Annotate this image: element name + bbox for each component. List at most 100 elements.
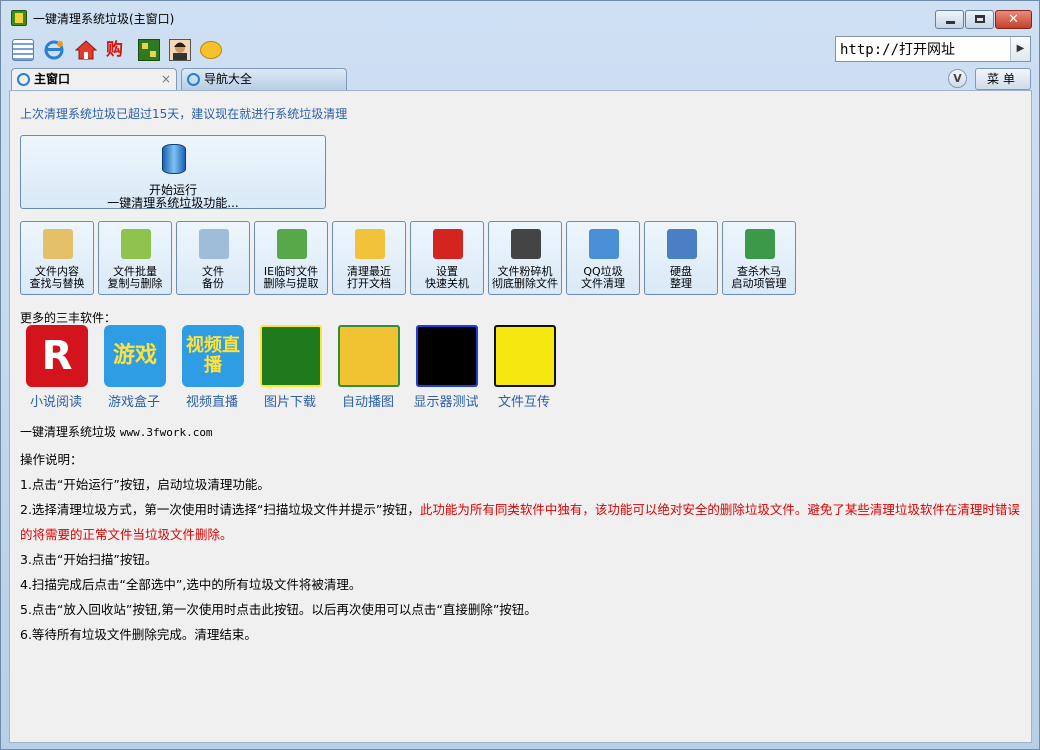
- tool-sublabel: 复制与删除: [107, 277, 163, 290]
- software-name: 显示器测试: [413, 395, 479, 410]
- tool-button[interactable]: 文件粉碎机 彻底删除文件: [488, 221, 562, 295]
- software-name: 图片下载: [263, 395, 316, 410]
- tool-button[interactable]: 文件 备份: [176, 221, 250, 295]
- file-copy-icon: [199, 229, 229, 259]
- tool-button[interactable]: QQ垃圾 文件清理: [566, 221, 640, 295]
- main-window: 一键清理系统垃圾(主窗口) ✕ 购 ▶ 主窗口 ×: [0, 0, 1040, 750]
- tab-label: 导航大全: [204, 72, 253, 86]
- instructions-title: 操作说明：: [20, 452, 83, 467]
- url-input[interactable]: [840, 39, 1008, 59]
- tool-sublabel: 打开文档: [347, 277, 391, 290]
- monitor-test-icon: [416, 325, 478, 387]
- brand-name: 一键清理系统垃圾: [20, 425, 117, 439]
- shopping-icon[interactable]: 购: [106, 39, 128, 61]
- maximize-icon: [975, 15, 985, 23]
- software-item[interactable]: 自动播图: [332, 325, 404, 411]
- browser-refresh-icon[interactable]: [43, 39, 65, 61]
- game-box-icon: 游戏: [104, 325, 166, 387]
- magnifier-document-icon: [43, 229, 73, 259]
- tool-sublabel: 彻底删除文件: [492, 277, 558, 290]
- tool-button[interactable]: 硬盘 整理: [644, 221, 718, 295]
- address-bar: ▶: [835, 36, 1031, 62]
- game-icon[interactable]: [138, 39, 160, 61]
- software-name: 文件互传: [497, 395, 550, 410]
- step-4: 4.扫描完成后点击“全部选中”,选中的所有垃圾文件将被清理。: [20, 577, 362, 592]
- folder-icon: [355, 229, 385, 259]
- software-name: 小说阅读: [29, 395, 82, 410]
- ie-icon: [187, 73, 200, 86]
- bomb-icon: [511, 229, 541, 259]
- easel-picture-icon: [338, 325, 400, 387]
- software-item[interactable]: 显示器测试: [410, 325, 482, 411]
- software-name: 自动播图: [341, 395, 394, 410]
- more-software-list: R 小说阅读 游戏 游戏盒子 视频直播 视频直播 图片下载 自动播图 显示器测试 文件互传: [20, 325, 580, 411]
- ie-icon: [17, 73, 30, 86]
- tab-main-window[interactable]: 主窗口 ×: [11, 68, 177, 91]
- start-run-sublabel: 一键清理系统垃圾功能...: [107, 196, 239, 210]
- brand-url[interactable]: www.3fwork.com: [120, 426, 213, 439]
- software-item[interactable]: R 小说阅读: [20, 325, 92, 411]
- toolbar: 购 ▶: [1, 34, 1039, 64]
- tool-button[interactable]: 文件内容 查找与替换: [20, 221, 94, 295]
- maximize-button[interactable]: [965, 10, 994, 29]
- step-2: 2.选择清理垃圾方式，第一次使用时请选择“扫描垃圾文件并提示”按钮，此功能为所有…: [20, 497, 1030, 547]
- menu-button[interactable]: 菜单: [975, 68, 1031, 90]
- more-software-label: 更多的三丰软件：: [20, 311, 117, 325]
- settings-list-icon[interactable]: [12, 39, 34, 61]
- minimize-button[interactable]: [935, 10, 964, 29]
- tool-buttons: 文件内容 查找与替换 文件批量 复制与删除 文件 备份 IE临时文件 删除与提取 清理最近 打开文…: [20, 221, 800, 295]
- software-item[interactable]: 视频直播 视频直播: [176, 325, 248, 411]
- letter-r-icon: R: [26, 325, 88, 387]
- main-content: 上次清理系统垃圾已超过15天，建议现在就进行系统垃圾清理 开始运行 一键清理系统…: [9, 90, 1032, 743]
- instructions: 操作说明： 1.点击“开始运行”按钮，启动垃圾清理功能。 2.选择清理垃圾方式，…: [20, 447, 1030, 647]
- avatar-icon[interactable]: [169, 39, 191, 61]
- go-arrow-icon[interactable]: ▶: [1010, 37, 1030, 61]
- tab-label: 主窗口: [34, 72, 71, 86]
- tool-button[interactable]: 文件批量 复制与删除: [98, 221, 172, 295]
- recycle-bin-icon: [277, 229, 307, 259]
- tab-navigation[interactable]: 导航大全: [181, 68, 347, 90]
- software-name: 视频直播: [185, 395, 238, 410]
- step-6: 6.等待所有垃圾文件删除完成。清理结束。: [20, 627, 257, 642]
- tool-sublabel: 删除与提取: [263, 277, 319, 290]
- title-bar: 一键清理系统垃圾(主窗口) ✕: [1, 1, 1039, 31]
- database-icon: [162, 144, 186, 174]
- step-2-text: 2.选择清理垃圾方式，第一次使用时请选择“扫描垃圾文件并提示”按钮，: [20, 502, 420, 517]
- hard-disk-icon: [667, 229, 697, 259]
- tool-sublabel: 备份: [202, 277, 224, 290]
- cleanup-notice: 上次清理系统垃圾已超过15天，建议现在就进行系统垃圾清理: [20, 107, 348, 121]
- tool-button[interactable]: 清理最近 打开文档: [332, 221, 406, 295]
- software-item[interactable]: 图片下载: [254, 325, 326, 411]
- software-item[interactable]: 游戏 游戏盒子: [98, 325, 170, 411]
- start-run-button[interactable]: 开始运行 一键清理系统垃圾功能...: [20, 135, 326, 210]
- close-button[interactable]: ✕: [995, 10, 1032, 29]
- chevron-down-icon[interactable]: V: [948, 69, 967, 88]
- horse-icon: [494, 325, 556, 387]
- step-5: 5.点击“放入回收站”按钮,第一次使用时点击此按钮。以后再次使用可以点击“直接删…: [20, 602, 537, 617]
- power-icon: [433, 229, 463, 259]
- tool-sublabel: 启动项管理: [731, 277, 787, 290]
- download-arrows-icon: [260, 325, 322, 387]
- window-title: 一键清理系统垃圾(主窗口): [33, 12, 175, 26]
- app-logo-icon: [11, 10, 27, 26]
- close-icon: ✕: [1008, 12, 1019, 27]
- step-3: 3.点击“开始扫描”按钮。: [20, 552, 158, 567]
- home-icon[interactable]: [74, 39, 98, 61]
- tool-sublabel: 快速关机: [425, 277, 469, 290]
- tool-sublabel: 文件清理: [581, 277, 625, 290]
- software-item[interactable]: 文件互传: [488, 325, 560, 411]
- penguin-icon: [589, 229, 619, 259]
- minimize-icon: [946, 21, 955, 24]
- software-name: 游戏盒子: [107, 395, 160, 410]
- tool-sublabel: 查找与替换: [29, 277, 85, 290]
- chat-bubble-icon[interactable]: [200, 41, 222, 59]
- video-live-icon: 视频直播: [182, 325, 244, 387]
- tool-button[interactable]: 查杀木马 启动项管理: [722, 221, 796, 295]
- brand-line: 一键清理系统垃圾 www.3fwork.com: [20, 423, 213, 440]
- wrench-icon: [121, 229, 151, 259]
- tab-bar: 主窗口 × 导航大全 V 菜单: [1, 66, 1039, 91]
- tool-button[interactable]: 设置 快速关机: [410, 221, 484, 295]
- tab-close-icon[interactable]: ×: [161, 69, 171, 90]
- tool-button[interactable]: IE临时文件 删除与提取: [254, 221, 328, 295]
- tool-sublabel: 整理: [670, 277, 692, 290]
